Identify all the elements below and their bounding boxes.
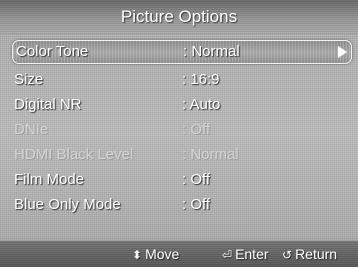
tv-osd-screen: Picture Options Color Tone : Normal Size… bbox=[0, 0, 358, 267]
enter-icon: ⏎ bbox=[222, 248, 233, 262]
menu-item-value: : Off bbox=[182, 196, 211, 213]
menu-title: Picture Options bbox=[0, 0, 358, 34]
menu-item-label: Color Tone bbox=[16, 43, 89, 60]
enter-hint-label: Enter bbox=[235, 246, 269, 262]
updown-arrow-icon: ⬍ bbox=[132, 248, 143, 262]
menu-item-value: : Auto bbox=[182, 96, 221, 113]
menu-item-value: : Off bbox=[182, 121, 211, 138]
menu-item-hdmi-black-level: HDMI Black Level : Normal bbox=[10, 142, 356, 167]
key-guide-footer: ⬍ Move ⏎ Enter ↺ Return bbox=[0, 241, 358, 267]
menu-item-label: Film Mode bbox=[14, 171, 85, 188]
menu-item-label: Blue Only Mode bbox=[14, 196, 121, 213]
return-icon: ↺ bbox=[282, 248, 293, 262]
menu-item-film-mode[interactable]: Film Mode : Off bbox=[10, 167, 356, 192]
enter-hint: ⏎ Enter bbox=[222, 241, 269, 267]
menu-item-value: : Off bbox=[182, 171, 211, 188]
menu-item-label: HDMI Black Level bbox=[14, 146, 134, 163]
right-arrow-icon bbox=[338, 46, 347, 58]
menu-item-color-tone[interactable]: Color Tone : Normal bbox=[12, 40, 352, 64]
return-hint: ↺ Return bbox=[282, 241, 337, 267]
menu-item-value: : Normal bbox=[182, 146, 239, 163]
move-hint-label: Move bbox=[145, 246, 180, 262]
menu-item-size[interactable]: Size : 16:9 bbox=[10, 67, 356, 92]
menu-item-dnie: DNIe : Off bbox=[10, 117, 356, 142]
menu-item-blue-only-mode[interactable]: Blue Only Mode : Off bbox=[10, 192, 356, 217]
menu-item-digital-nr[interactable]: Digital NR : Auto bbox=[10, 92, 356, 117]
menu-item-value: : 16:9 bbox=[182, 71, 220, 88]
return-hint-label: Return bbox=[295, 246, 338, 262]
move-hint: ⬍ Move bbox=[132, 241, 179, 267]
menu-item-label: Digital NR bbox=[14, 96, 82, 113]
menu-item-label: Size bbox=[14, 71, 44, 88]
menu-item-label: DNIe bbox=[14, 121, 49, 138]
menu-item-value: : Normal bbox=[183, 43, 240, 60]
picture-options-menu: Color Tone : Normal Size : 16:9 Digital … bbox=[10, 40, 356, 217]
